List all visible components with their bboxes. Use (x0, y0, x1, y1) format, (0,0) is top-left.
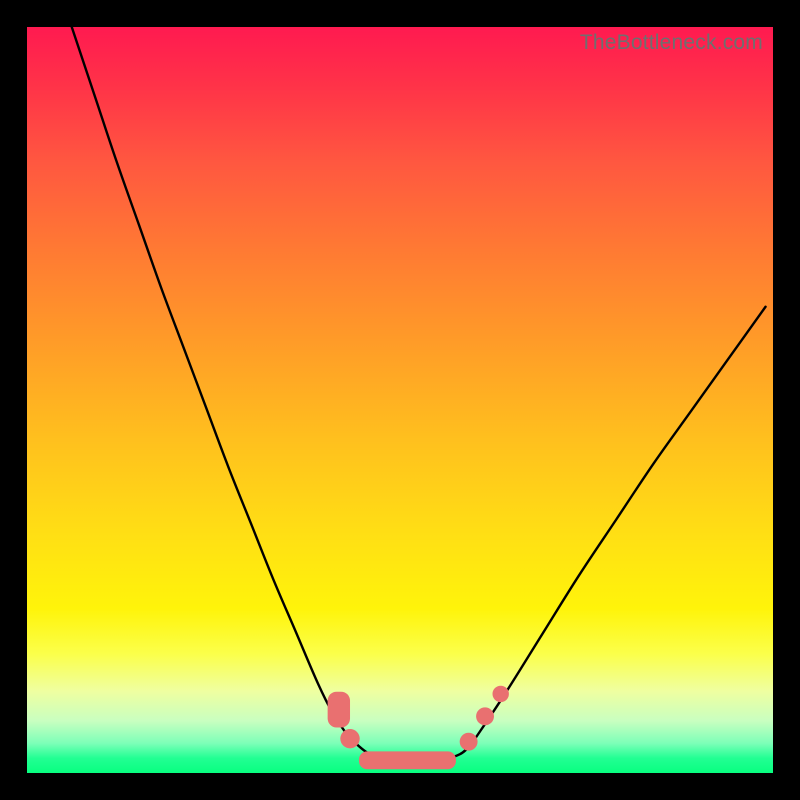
curve-lines (72, 27, 766, 763)
marker-dot (493, 686, 509, 702)
marker-dot (460, 733, 478, 751)
outer-frame: TheBottleneck.com (0, 0, 800, 800)
marker-pill (328, 692, 350, 728)
plot-area: TheBottleneck.com (27, 27, 773, 773)
marker-pill (359, 751, 456, 769)
marker-dot (476, 707, 494, 725)
bottleneck-curve (72, 27, 766, 763)
chart-svg (27, 27, 773, 773)
marker-dot (340, 729, 359, 748)
